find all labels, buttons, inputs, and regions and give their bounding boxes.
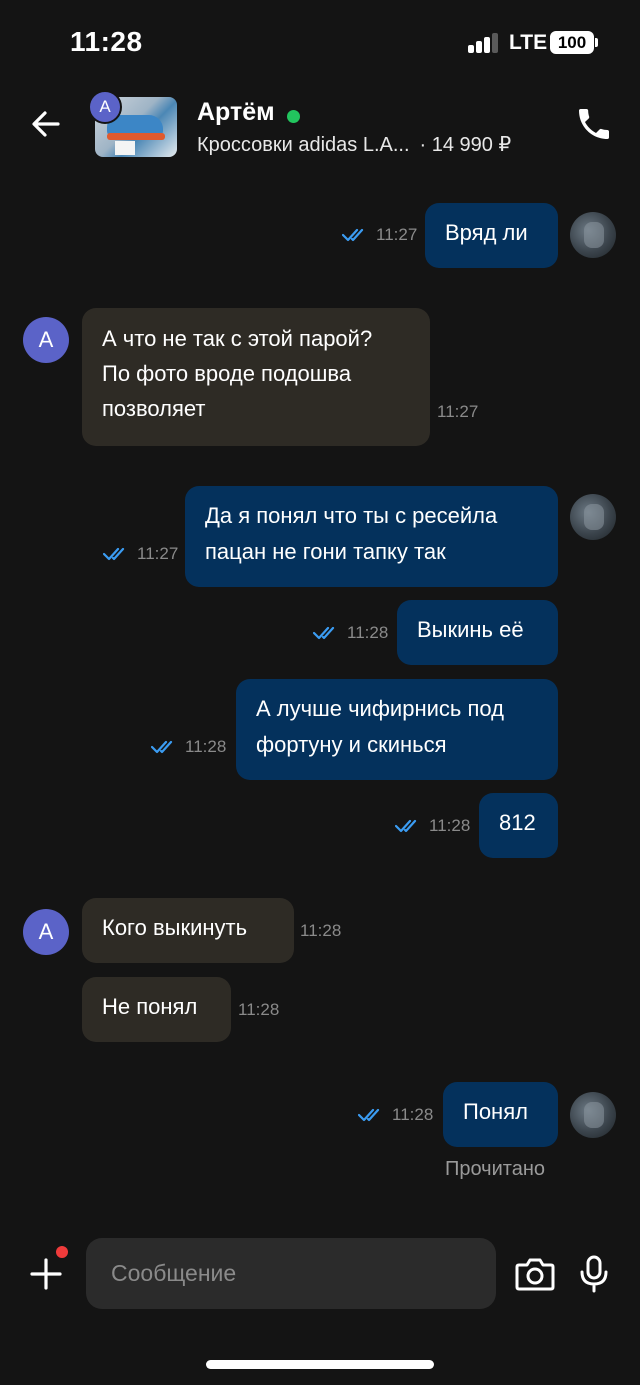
contact-avatar-small: А: [88, 90, 122, 124]
chat-header: А Артём Кроссовки adidas L.A... · 14 990 …: [0, 86, 640, 168]
contact-avatar: А: [23, 909, 69, 955]
online-indicator: [287, 110, 300, 123]
message-composer: [0, 1216, 640, 1385]
double-check-icon: [103, 547, 125, 561]
message-time: 11:28: [429, 816, 471, 835]
back-button[interactable]: [26, 104, 66, 144]
message-time: 11:28: [238, 1000, 280, 1019]
contact-avatar: А: [23, 317, 69, 363]
message-bubble-outgoing[interactable]: Да я понял что ты с ресейла пацан не гон…: [185, 486, 558, 587]
status-time: 11:28: [70, 26, 143, 57]
back-arrow-icon: [32, 111, 60, 137]
status-bar: 11:28 LTE 100: [0, 0, 640, 86]
message-meta: 11:28: [313, 623, 388, 643]
call-button[interactable]: [574, 104, 614, 144]
message-meta: 11:28: [300, 921, 341, 941]
voice-message-button[interactable]: [578, 1254, 610, 1294]
product-price: · 14 990 ₽: [419, 134, 512, 156]
user-avatar: [570, 1092, 616, 1138]
battery-tip: [595, 38, 598, 47]
message-meta: 11:28: [395, 816, 470, 836]
message-meta: 11:27: [103, 544, 178, 564]
message-meta: 11:27: [342, 225, 417, 245]
message-bubble-incoming[interactable]: А что не так с этой парой? По фото вроде…: [82, 308, 430, 446]
message-bubble-incoming[interactable]: Не понял: [82, 977, 231, 1042]
message-meta: 11:28: [238, 1000, 279, 1020]
user-avatar: [570, 494, 616, 540]
message-meta: 11:27: [437, 402, 478, 422]
signal-icon: [468, 33, 500, 53]
message-time: 11:28: [300, 921, 342, 940]
message-time: 11:27: [137, 544, 179, 563]
network-type: LTE: [509, 31, 548, 54]
message-bubble-outgoing[interactable]: 812: [479, 793, 558, 858]
double-check-icon: [395, 819, 417, 833]
read-status: Прочитано: [445, 1158, 545, 1180]
camera-button[interactable]: [514, 1256, 556, 1292]
product-title: Кроссовки adidas L.A...: [197, 134, 410, 156]
message-time: 11:28: [347, 623, 389, 642]
battery-icon: 100: [550, 31, 594, 54]
plus-icon: [30, 1258, 62, 1290]
notification-dot: [56, 1246, 68, 1258]
message-time: 11:28: [392, 1105, 434, 1124]
message-bubble-outgoing[interactable]: Выкинь её: [397, 600, 558, 665]
message-bubble-outgoing[interactable]: Вряд ли: [425, 203, 558, 268]
attach-button[interactable]: [26, 1254, 66, 1294]
message-bubble-outgoing[interactable]: А лучше чифирнись под фортуну и скинься: [236, 679, 558, 780]
microphone-icon: [580, 1255, 608, 1293]
double-check-icon: [151, 740, 173, 754]
double-check-icon: [313, 626, 335, 640]
message-time: 11:28: [185, 737, 227, 756]
double-check-icon: [342, 228, 364, 242]
message-bubble-outgoing[interactable]: Понял: [443, 1082, 558, 1147]
user-avatar: [570, 212, 616, 258]
product-summary[interactable]: Кроссовки adidas L.A... · 14 990 ₽: [197, 132, 511, 157]
home-indicator[interactable]: [206, 1360, 434, 1369]
contact-name[interactable]: Артём: [197, 98, 275, 127]
message-input[interactable]: [86, 1238, 496, 1309]
camera-icon: [515, 1258, 555, 1291]
phone-icon: [579, 109, 609, 139]
message-time: 11:27: [437, 402, 479, 421]
message-meta: 11:28: [151, 737, 226, 757]
double-check-icon: [358, 1108, 380, 1122]
message-time: 11:27: [376, 225, 418, 244]
message-meta: 11:28: [358, 1105, 433, 1125]
message-bubble-incoming[interactable]: Кого выкинуть: [82, 898, 294, 963]
